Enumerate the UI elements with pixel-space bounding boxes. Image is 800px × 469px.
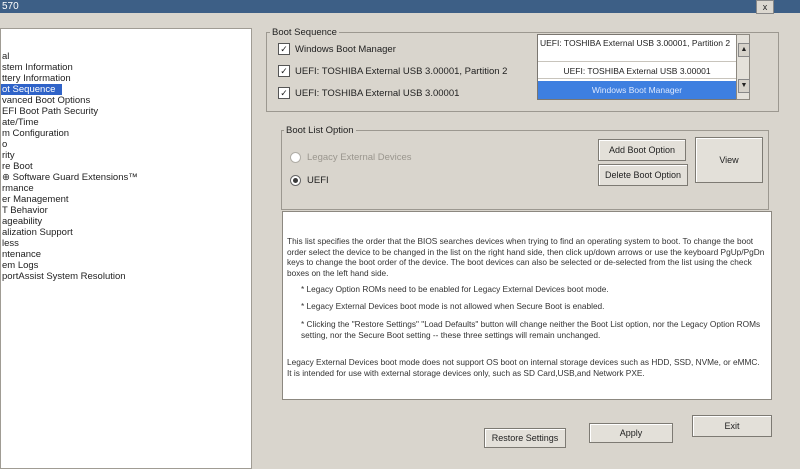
help-note-legacy-roms: * Legacy Option ROMs need to be enabled … (301, 284, 609, 294)
close-button[interactable]: x (756, 0, 774, 14)
help-footer: Legacy External Devices boot mode does n… (287, 357, 760, 378)
checkbox-checked-icon[interactable]: ✓ (278, 65, 290, 78)
help-text-panel: This list specifies the order that the B… (282, 211, 772, 400)
expand-icon: ⊕ (2, 172, 13, 183)
radio-unselected-icon[interactable] (290, 152, 301, 163)
sidebar-item-manageability[interactable]: ageability (1, 216, 42, 227)
boot-entry-uefi-toshiba[interactable]: ✓ UEFI: TOSHIBA External USB 3.00001 (278, 87, 459, 101)
apply-button[interactable]: Apply (589, 423, 673, 443)
sidebar-item-boot-sequence[interactable]: ot Sequence (1, 84, 62, 95)
move-up-icon[interactable]: ▲ (738, 43, 750, 57)
settings-tree: al stem Information ttery Information ot… (0, 28, 252, 469)
radio-label: UEFI (307, 175, 329, 187)
sidebar-item-battery-information[interactable]: ttery Information (1, 73, 71, 84)
radio-selected-icon[interactable] (290, 175, 301, 186)
view-button[interactable]: View (695, 137, 763, 183)
exit-button[interactable]: Exit (692, 415, 772, 437)
radio-legacy-external-devices[interactable]: Legacy External Devices (290, 152, 412, 164)
sidebar-item-system-logs[interactable]: em Logs (1, 260, 38, 271)
sidebar-item-general[interactable]: al (1, 51, 9, 62)
move-down-icon[interactable]: ▼ (738, 79, 750, 93)
sidebar-item-date-time[interactable]: ate/Time (1, 117, 39, 128)
restore-settings-button[interactable]: Restore Settings (484, 428, 566, 448)
sidebar-item-security[interactable]: rity (1, 150, 15, 161)
help-note-restore-settings: * Clicking the "Restore Settings" "Load … (301, 319, 761, 340)
boot-list-option-label: Boot List Option (284, 125, 356, 136)
sidebar-item-label: Software Guard Extensions™ (12, 172, 138, 183)
checkbox-checked-icon[interactable]: ✓ (278, 43, 290, 56)
help-intro: This list specifies the order that the B… (287, 236, 765, 278)
sidebar-item-system-information[interactable]: stem Information (1, 62, 73, 73)
boot-order-item-selected[interactable]: Windows Boot Manager (538, 81, 736, 99)
sidebar-item-maintenance[interactable]: ntenance (1, 249, 41, 260)
window-title: 570 (2, 1, 19, 12)
boot-entry-label: UEFI: TOSHIBA External USB 3.00001, Part… (295, 66, 508, 77)
boot-entry-label: Windows Boot Manager (295, 44, 396, 55)
sidebar-item-virtualization-support[interactable]: alization Support (1, 227, 73, 238)
sidebar-item-uefi-boot-path-security[interactable]: EFI Boot Path Security (1, 106, 98, 117)
boot-order-scrollbar[interactable]: ▲ ▼ (736, 34, 750, 100)
sidebar-item-video[interactable]: o (1, 139, 7, 150)
sidebar-item-system-configuration[interactable]: m Configuration (1, 128, 69, 139)
add-boot-option-button[interactable]: Add Boot Option (598, 139, 686, 161)
sidebar-item-advanced-boot-options[interactable]: vanced Boot Options (1, 95, 90, 106)
radio-uefi[interactable]: UEFI (290, 175, 329, 187)
sidebar-item-power-management[interactable]: er Management (1, 194, 69, 205)
sidebar-item-software-guard-extensions[interactable]: ⊕ Software Guard Extensions™ (1, 172, 138, 183)
help-note-secure-boot: * Legacy External Devices boot mode is n… (301, 301, 605, 311)
sidebar-item-secure-boot[interactable]: re Boot (1, 161, 33, 172)
boot-entry-label: UEFI: TOSHIBA External USB 3.00001 (295, 88, 460, 99)
checkbox-checked-icon[interactable]: ✓ (278, 87, 290, 100)
sidebar-item-post-behavior[interactable]: T Behavior (1, 205, 48, 216)
sidebar-item-wireless[interactable]: less (1, 238, 19, 249)
radio-label: Legacy External Devices (307, 152, 412, 164)
sidebar-item-performance[interactable]: rmance (1, 183, 34, 194)
sidebar-item-supportassist[interactable]: portAssist System Resolution (1, 271, 126, 282)
boot-order-item[interactable]: UEFI: TOSHIBA External USB 3.00001 (538, 61, 736, 79)
boot-order-list[interactable]: UEFI: TOSHIBA External USB 3.00001, Part… (537, 34, 737, 100)
delete-boot-option-button[interactable]: Delete Boot Option (598, 164, 688, 186)
boot-entry-windows-boot-manager[interactable]: ✓ Windows Boot Manager (278, 43, 396, 57)
boot-sequence-label: Boot Sequence (270, 27, 339, 38)
boot-entry-uefi-toshiba-partition-2[interactable]: ✓ UEFI: TOSHIBA External USB 3.00001, Par… (278, 65, 507, 79)
boot-order-item[interactable]: UEFI: TOSHIBA External USB 3.00001, Part… (538, 37, 736, 59)
title-bar: 570 x (0, 0, 800, 14)
